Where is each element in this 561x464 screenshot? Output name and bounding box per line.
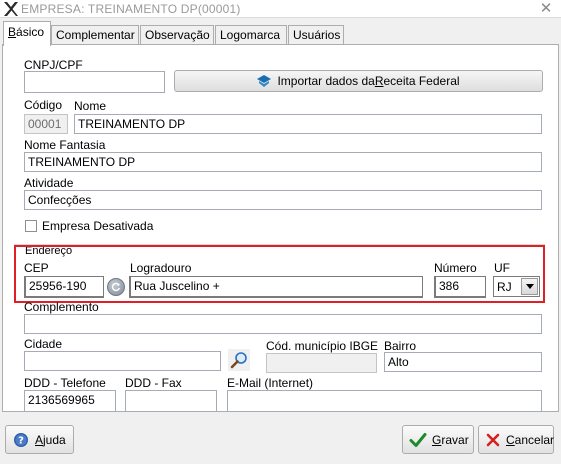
- tab-basico-mnemonic: B: [8, 25, 17, 39]
- chevron-down-icon[interactable]: [521, 278, 538, 295]
- save-button-label: ravar: [441, 432, 469, 447]
- svg-text:?: ?: [18, 435, 24, 446]
- import-button-text-pre: Importar dados da: [277, 74, 375, 88]
- checkmark-icon: [409, 431, 427, 449]
- empresa-desativada-checkbox[interactable]: [25, 220, 37, 232]
- complemento-label: Complemento: [24, 300, 99, 314]
- ibge-input: [266, 353, 377, 373]
- complemento-input[interactable]: [24, 314, 542, 334]
- cnpj-input[interactable]: [24, 71, 165, 93]
- save-button[interactable]: Gravar: [402, 425, 474, 454]
- help-button[interactable]: ? Ajuda: [5, 425, 74, 454]
- refresh-icon: [111, 282, 121, 292]
- cancel-x-icon: [485, 431, 501, 449]
- tab-usuarios[interactable]: Usuários: [288, 25, 344, 45]
- help-icon: ?: [12, 431, 30, 449]
- numero-label: Número: [434, 261, 477, 275]
- bairro-label: Bairro: [384, 339, 417, 353]
- bairro-input[interactable]: Alto: [384, 352, 542, 372]
- nome-label: Nome: [74, 99, 107, 113]
- ddd-fax-input[interactable]: [125, 390, 217, 412]
- email-input[interactable]: [227, 390, 542, 412]
- atividade-input[interactable]: Confecções: [24, 190, 542, 210]
- nome-fantasia-input[interactable]: TREINAMENTO DP: [24, 152, 542, 172]
- ddd-telefone-input[interactable]: 2136569965: [24, 390, 116, 412]
- app-logo-icon: [3, 1, 19, 17]
- cancel-button[interactable]: Cancelar: [478, 425, 554, 454]
- cancel-button-mnemonic: C: [506, 432, 515, 447]
- cidade-input[interactable]: [24, 351, 221, 371]
- uf-selected-value: RJ: [497, 280, 512, 294]
- receita-federal-icon: [257, 75, 272, 87]
- codigo-label: Código: [24, 98, 63, 112]
- cep-input[interactable]: 25956-190: [24, 276, 104, 298]
- cep-label: CEP: [24, 261, 49, 275]
- fantasia-label: Nome Fantasia: [24, 138, 106, 152]
- tab-basico-label: ásico: [16, 25, 45, 39]
- tab-panel-basico: CNPJ/CPF Importar dados da Receita Feder…: [2, 44, 559, 412]
- codigo-input: 00001: [24, 114, 68, 134]
- import-button-text-post: eceita Federal: [383, 74, 460, 88]
- tab-logomarca[interactable]: Logomarca: [215, 25, 287, 45]
- help-button-label: juda: [43, 432, 66, 447]
- tab-complementar[interactable]: Complementar: [51, 25, 139, 45]
- cancel-button-label: ancelar: [514, 432, 555, 447]
- company-dialog: EMPRESA: TREINAMENTO DP(00001) ✕ Básico …: [0, 0, 561, 464]
- numero-input[interactable]: 386: [434, 276, 486, 298]
- ddd-telefone-label: DDD - Telefone: [24, 376, 106, 390]
- empresa-desativada-label: Empresa Desativada: [42, 219, 154, 233]
- cidade-label: Cidade: [24, 337, 63, 351]
- uf-select[interactable]: RJ: [493, 276, 540, 297]
- search-icon: [230, 351, 248, 369]
- email-label: E-Mail (Internet): [227, 376, 314, 390]
- title-bar: EMPRESA: TREINAMENTO DP(00001) ✕: [0, 0, 561, 18]
- help-button-mnemonic: A: [35, 432, 44, 447]
- logradouro-input[interactable]: Rua Juscelino +: [129, 276, 423, 298]
- cep-lookup-button[interactable]: [107, 278, 125, 296]
- ibge-label: Cód. município IBGE: [266, 339, 379, 353]
- tab-basico[interactable]: Básico: [3, 21, 51, 46]
- nome-input[interactable]: TREINAMENTO DP: [74, 114, 542, 134]
- search-cidade-button[interactable]: [228, 349, 250, 371]
- atividade-label: Atividade: [24, 176, 74, 190]
- save-button-mnemonic: G: [432, 432, 442, 447]
- close-window-button[interactable]: ✕: [537, 0, 555, 16]
- import-receita-button[interactable]: Importar dados da Receita Federal: [174, 70, 543, 92]
- tab-observacao-label: Observação: [145, 28, 210, 42]
- import-button-mnemonic: R: [374, 74, 384, 88]
- tab-usuarios-label: Usuários: [293, 28, 341, 42]
- tab-logomarca-label: Logomarca: [220, 28, 281, 42]
- uf-label: UF: [494, 261, 510, 275]
- tab-strip: Básico Complementar Observação Logomarca…: [2, 21, 559, 46]
- ddd-fax-label: DDD - Fax: [125, 376, 182, 390]
- logradouro-label: Logradouro: [130, 261, 192, 275]
- window-title: EMPRESA: TREINAMENTO DP(00001): [21, 2, 241, 16]
- tab-complementar-label: Complementar: [56, 28, 135, 42]
- tab-observacao[interactable]: Observação: [140, 25, 214, 45]
- cnpj-label: CNPJ/CPF: [24, 58, 83, 72]
